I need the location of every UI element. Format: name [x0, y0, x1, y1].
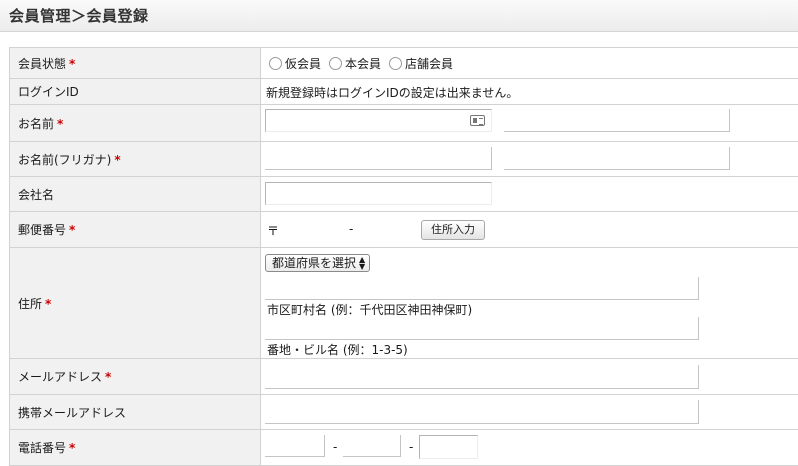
required-mark: * [69, 223, 75, 237]
radio-label-full[interactable]: 本会員 [345, 55, 381, 72]
member-status-radio-group: 仮会員 本会員 店舗会員 [269, 55, 461, 72]
value-company [261, 177, 798, 212]
phone-separator-1: - [333, 440, 337, 454]
row-zip: 郵便番号* 〒 - 住所入力 [10, 212, 798, 248]
required-mark: * [45, 297, 51, 311]
page-header: 会員管理＞会員登録 [0, 0, 798, 32]
zip-separator: - [349, 222, 353, 236]
radio-provisional-member[interactable] [269, 57, 282, 70]
page-title: 会員管理＞会員登録 [9, 5, 149, 26]
radio-store-member[interactable] [389, 57, 402, 70]
value-email [261, 359, 798, 395]
value-phone: - - [261, 430, 798, 466]
label-zip: 郵便番号* [10, 212, 261, 248]
radio-label-provisional[interactable]: 仮会員 [285, 55, 321, 72]
city-input[interactable] [265, 277, 699, 300]
row-address: 住所* 都道府県を選択 ▲▼ 市区町村名 (例：千代田区神田神保町) 番地・ビル… [10, 248, 798, 359]
phone-number-input[interactable] [419, 435, 478, 459]
street-input[interactable] [265, 317, 699, 340]
row-name: お名前* [10, 105, 798, 142]
street-hint: 番地・ビル名 (例：1-3-5) [267, 341, 408, 358]
value-member-status: 仮会員 本会員 店舗会員 [261, 48, 798, 79]
value-login-id: 新規登録時はログインIDの設定は出来ません。 [261, 79, 798, 105]
select-arrows-icon: ▲▼ [359, 256, 365, 270]
zip-first-input[interactable] [281, 218, 339, 241]
phone-area-input[interactable] [265, 435, 325, 457]
row-name-kana: お名前(フリガナ)* [10, 142, 798, 177]
value-zip: 〒 - 住所入力 [261, 212, 798, 248]
mobile-email-input[interactable] [265, 400, 699, 424]
required-mark: * [69, 57, 75, 71]
contact-card-icon[interactable] [470, 115, 485, 126]
last-name-kana-input[interactable] [265, 147, 492, 170]
radio-label-store[interactable]: 店舗会員 [405, 55, 453, 72]
required-mark: * [57, 117, 63, 131]
first-name-input[interactable] [504, 109, 730, 132]
row-login-id: ログインID 新規登録時はログインIDの設定は出来ません。 [10, 79, 798, 105]
prefecture-select[interactable]: 都道府県を選択 ▲▼ [265, 254, 370, 272]
row-phone: 電話番号* - - [10, 430, 798, 466]
postal-mark: 〒 [267, 222, 279, 239]
label-member-status: 会員状態* [10, 48, 261, 79]
required-mark: * [105, 370, 111, 384]
required-mark: * [69, 441, 75, 455]
required-mark: * [114, 153, 120, 167]
label-address: 住所* [10, 248, 261, 359]
row-email: メールアドレス* [10, 359, 798, 395]
email-input[interactable] [265, 365, 699, 389]
radio-full-member[interactable] [329, 57, 342, 70]
login-id-note: 新規登録時はログインIDの設定は出来ません。 [266, 84, 518, 101]
label-mobile-email: 携帯メールアドレス [10, 395, 261, 430]
first-name-kana-input[interactable] [504, 147, 730, 170]
label-login-id: ログインID [10, 79, 261, 105]
value-name-kana [261, 142, 798, 177]
label-name: お名前* [10, 105, 261, 142]
city-hint: 市区町村名 (例：千代田区神田神保町) [267, 301, 472, 318]
label-company: 会社名 [10, 177, 261, 212]
zip-second-input[interactable] [361, 218, 419, 241]
row-company: 会社名 [10, 177, 798, 212]
address-lookup-button[interactable]: 住所入力 [421, 220, 485, 240]
company-input[interactable] [265, 182, 492, 205]
value-mobile-email [261, 395, 798, 430]
row-member-status: 会員状態* 仮会員 本会員 店舗会員 [10, 48, 798, 79]
last-name-input[interactable] [265, 109, 492, 132]
value-address: 都道府県を選択 ▲▼ 市区町村名 (例：千代田区神田神保町) 番地・ビル名 (例… [261, 248, 798, 359]
member-registration-form: 会員状態* 仮会員 本会員 店舗会員 ログインID 新規登録時はログインIDの設… [9, 47, 798, 466]
phone-exchange-input[interactable] [343, 435, 401, 457]
label-phone: 電話番号* [10, 430, 261, 466]
label-email: メールアドレス* [10, 359, 261, 395]
value-name [261, 105, 798, 142]
label-name-kana: お名前(フリガナ)* [10, 142, 261, 177]
phone-separator-2: - [409, 440, 413, 454]
row-mobile-email: 携帯メールアドレス [10, 395, 798, 430]
